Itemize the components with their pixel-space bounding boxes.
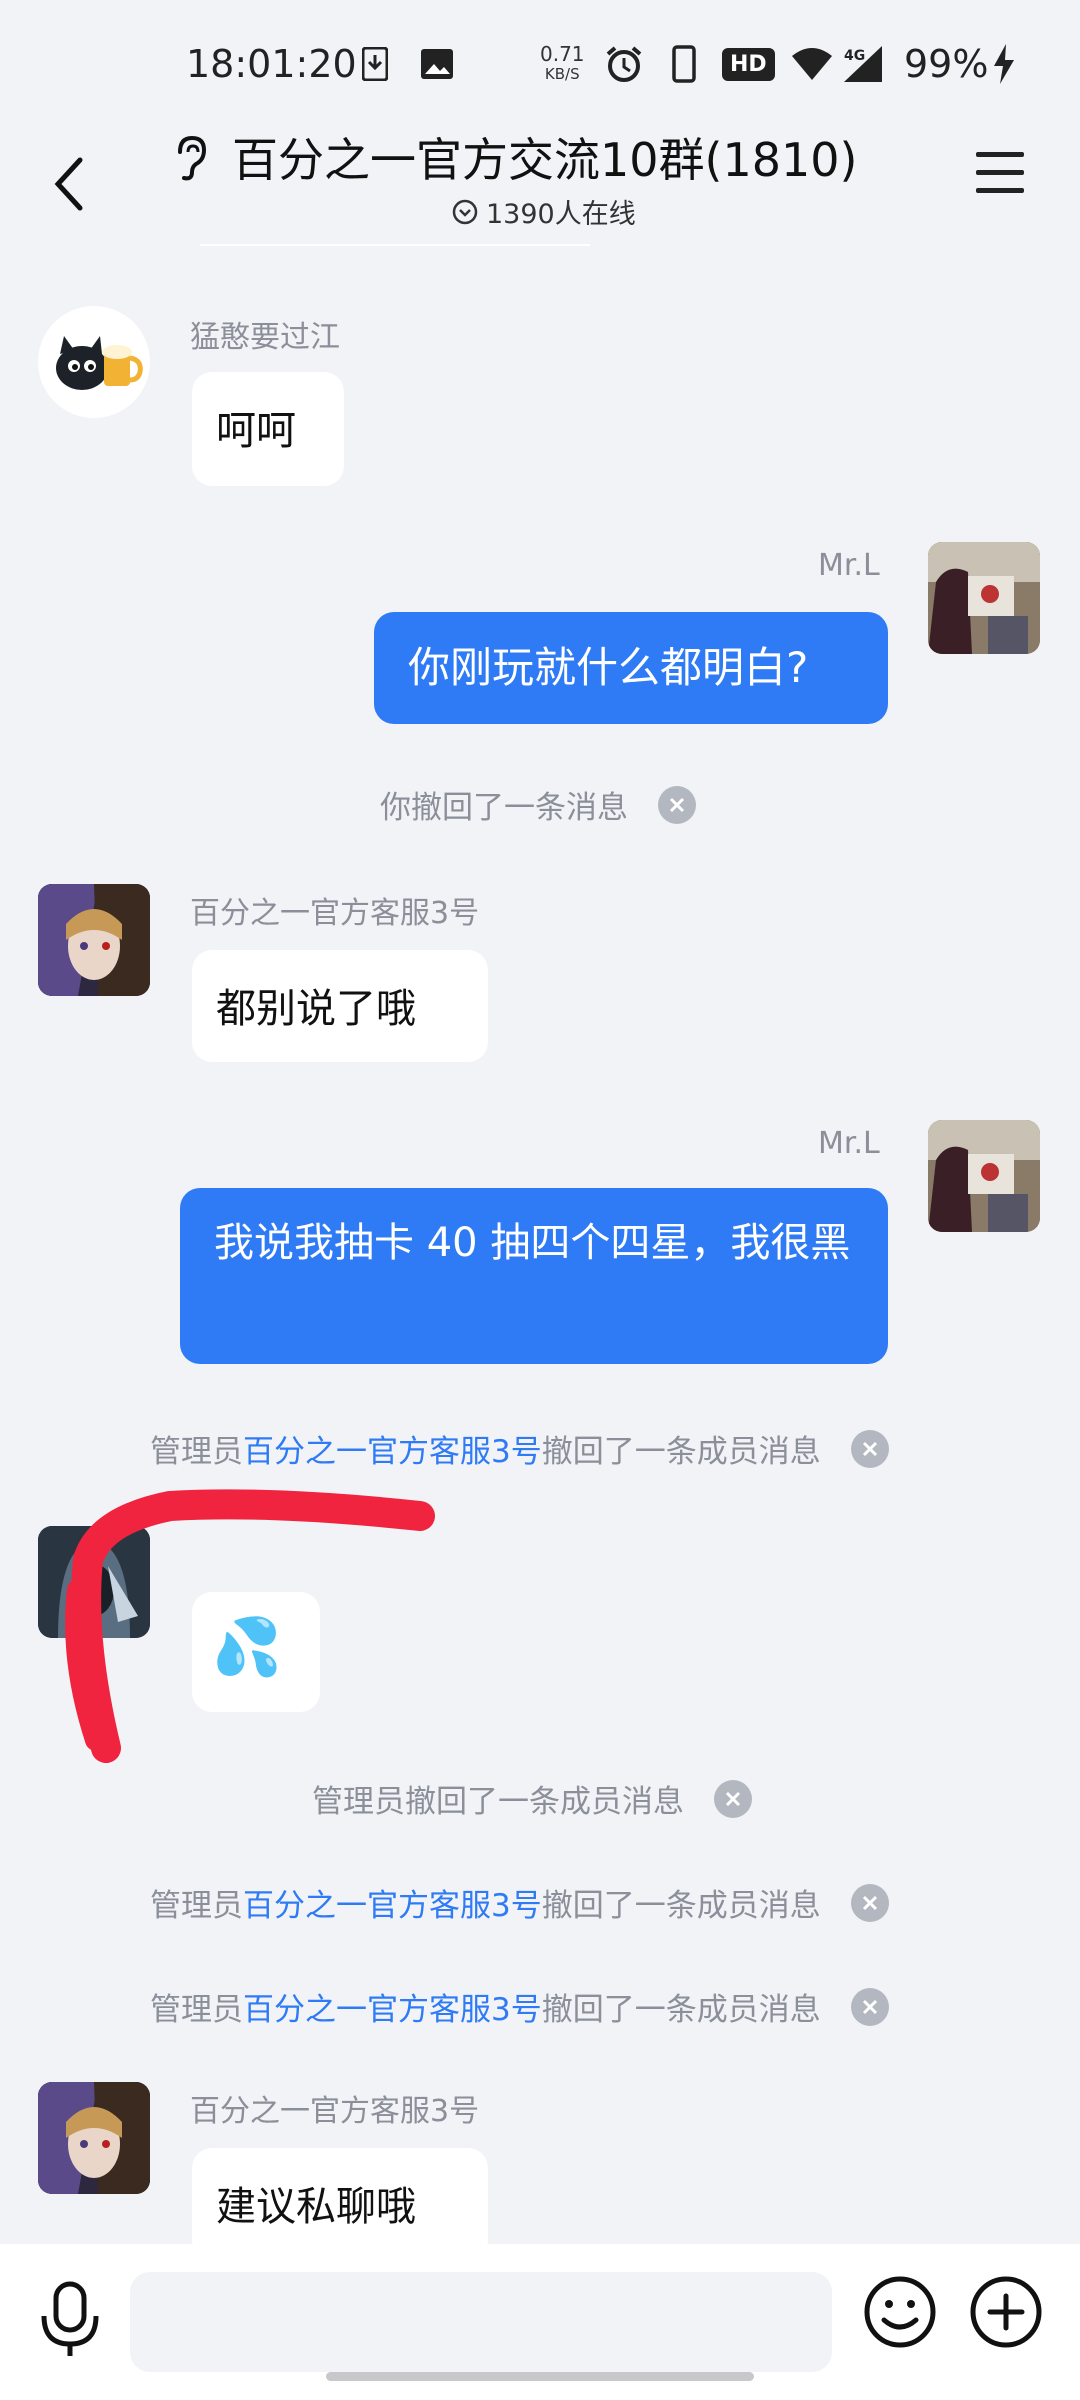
status-time: 18:01:20 (186, 42, 357, 86)
microphone-icon[interactable] (34, 2278, 106, 2358)
admin-link[interactable]: 百分之一官方客服3号 (243, 1426, 542, 1471)
ear-mode-icon[interactable] (170, 134, 210, 186)
header-divider (200, 244, 590, 246)
emoji-bubble[interactable]: 💦 (192, 1592, 320, 1712)
hd-badge: HD (722, 48, 775, 81)
message-input[interactable] (130, 2272, 832, 2372)
dismiss-notice-icon[interactable] (850, 1429, 889, 1468)
notice-text: 管理员撤回了一条成员消息 (312, 1784, 684, 1820)
menu-button[interactable] (976, 152, 1024, 202)
sender-name: 百分之一官方客服3号 (190, 2094, 480, 2129)
admin-link[interactable]: 百分之一官方客服3号 (243, 1984, 542, 2029)
dismiss-notice-icon[interactable] (850, 1883, 889, 1922)
sender-name: 百分之一官方客服3号 (190, 896, 480, 931)
download-icon (362, 44, 388, 84)
chevron-circle-icon (452, 199, 478, 224)
admin-recall-notice: 管理员撤回了一条成员消息 (312, 1776, 752, 1821)
title-area[interactable]: 百分之一官方交流10群(1810) (232, 124, 872, 190)
avatar-service-3[interactable] (38, 884, 150, 996)
avatar-mr-l[interactable] (928, 542, 1040, 654)
wifi-icon (790, 44, 834, 84)
dismiss-notice-icon[interactable] (850, 1987, 889, 2026)
signal-label: 4G (844, 48, 865, 64)
sender-name: Mr.L (818, 1126, 880, 1161)
message-bubble-own[interactable]: 我说我抽卡 40 抽四个四星，我很黑 (180, 1188, 888, 1364)
message-bubble-own[interactable]: 你刚玩就什么都明白? (374, 612, 888, 724)
add-icon[interactable] (968, 2274, 1044, 2350)
notice-suffix: 撤回了一条成员消息 (541, 1888, 821, 1924)
notice-prefix: 管理员 (150, 1888, 243, 1924)
net-speed-unit: KB/S (544, 65, 580, 83)
battery-level: 99% (904, 42, 989, 86)
emoji-icon[interactable] (862, 2274, 938, 2350)
notice-suffix: 撤回了一条成员消息 (541, 1992, 821, 2028)
sender-name: Mr.L (818, 548, 880, 583)
admin-link[interactable]: 百分之一官方客服3号 (243, 1880, 542, 1925)
charging-icon (992, 44, 1016, 84)
notice-prefix: 管理员 (150, 1992, 243, 2028)
avatar-service-3[interactable] (38, 2082, 150, 2194)
dismiss-notice-icon[interactable] (714, 1779, 752, 1818)
chat-header: 百分之一官方交流10群(1810) 1390人在线 (0, 110, 1080, 240)
sender-name: 猛憨要过江 (190, 320, 340, 355)
notice-text: 你撤回了一条消息 (380, 790, 628, 826)
notice-suffix: 撤回了一条成员消息 (541, 1434, 821, 1470)
net-speed: 0.71 KB/S (540, 44, 585, 84)
avatar-hooded[interactable] (38, 1526, 150, 1638)
avatar-cat[interactable] (38, 306, 150, 418)
group-title: 百分之一官方交流10群(1810) (232, 133, 858, 187)
online-count: 1390人在线 (486, 199, 636, 230)
message-bubble[interactable]: 呵呵 (192, 372, 344, 486)
notice-prefix: 管理员 (150, 1434, 243, 1470)
image-icon (420, 44, 454, 84)
back-button[interactable] (40, 142, 100, 222)
avatar-mr-l[interactable] (928, 1120, 1040, 1232)
net-speed-value: 0.71 (540, 42, 585, 66)
admin-recall-notice: 管理员 百分之一官方客服3号 撤回了一条成员消息 (150, 1880, 889, 1925)
recall-notice: 你撤回了一条消息 (380, 782, 696, 827)
admin-recall-notice: 管理员 百分之一官方客服3号 撤回了一条成员消息 (150, 1426, 889, 1471)
message-bubble[interactable]: 都别说了哦 (192, 950, 488, 1062)
alarm-icon (604, 44, 644, 84)
cell-signal-icon: 4G (842, 44, 886, 84)
dismiss-notice-icon[interactable] (658, 785, 696, 824)
admin-recall-notice: 管理员 百分之一官方客服3号 撤回了一条成员消息 (150, 1984, 889, 2029)
online-status: 1390人在线 (452, 192, 636, 231)
phone-icon (672, 44, 696, 84)
home-indicator[interactable] (326, 2372, 754, 2381)
